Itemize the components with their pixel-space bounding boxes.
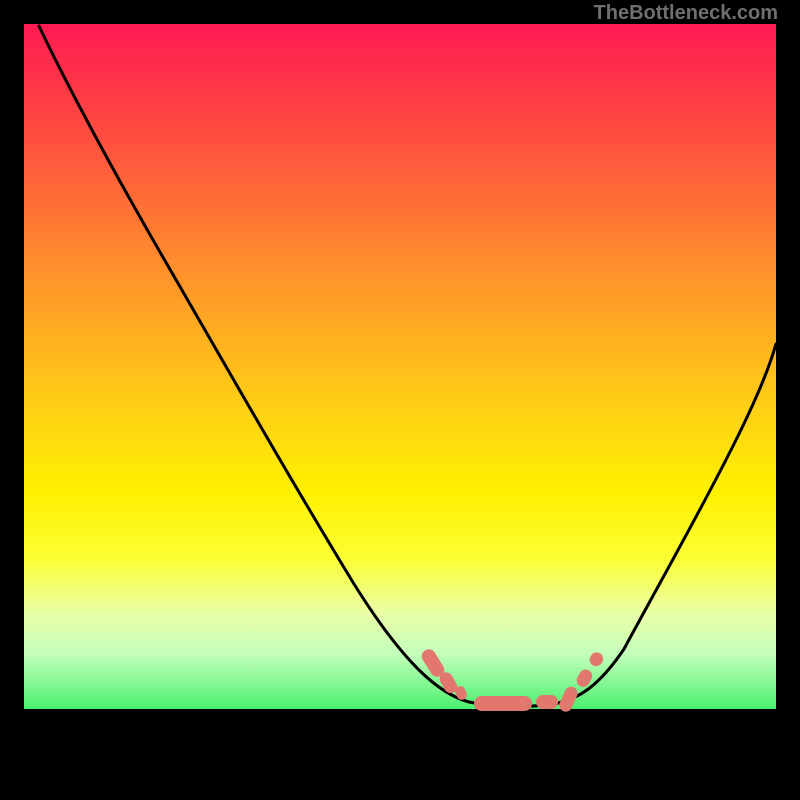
marker-cluster bbox=[419, 647, 606, 714]
bottleneck-curve bbox=[24, 24, 776, 776]
plot-area: TheBottleneck.com bbox=[24, 24, 776, 776]
watermark-text: TheBottleneck.com bbox=[594, 2, 778, 25]
curve-path bbox=[39, 26, 776, 706]
